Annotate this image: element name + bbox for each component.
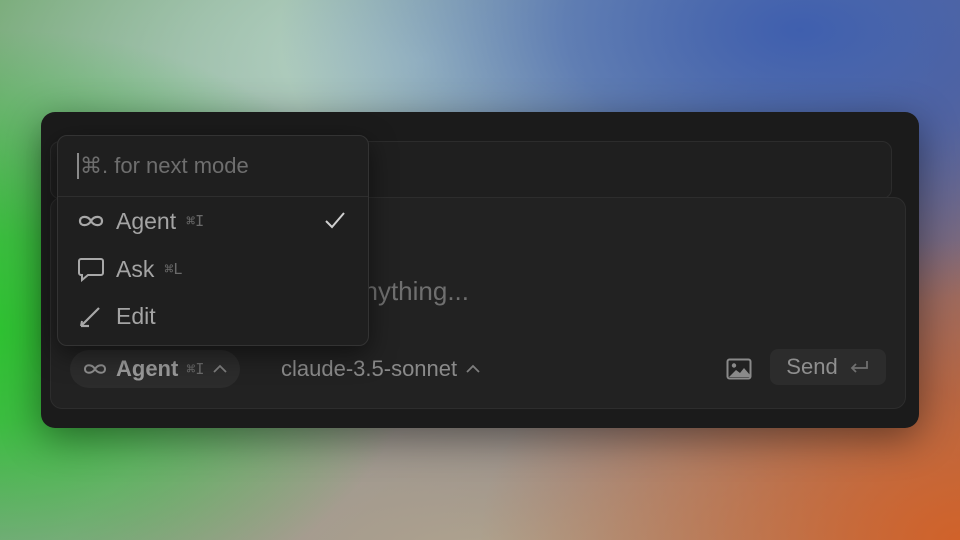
chevron-up-icon <box>466 364 480 373</box>
chevron-up-icon <box>213 364 228 373</box>
send-button-label: Send <box>786 354 838 379</box>
infinity-icon <box>76 208 106 234</box>
mode-option-shortcut: ⌘I <box>186 212 205 230</box>
model-selector[interactable]: claude-3.5-sonnet <box>281 350 481 388</box>
image-icon <box>726 358 752 380</box>
infinity-icon <box>83 364 107 374</box>
mode-option-label: Ask <box>116 255 155 282</box>
checkmark-icon <box>325 212 345 229</box>
mode-search <box>58 136 368 197</box>
mode-option-label: Edit <box>116 302 156 329</box>
mode-option-shortcut: ⌘L <box>164 260 183 278</box>
mode-option-ask[interactable]: Ask ⌘L <box>64 247 362 291</box>
send-button[interactable]: Send <box>770 349 886 385</box>
attach-image-button[interactable] <box>725 356 753 382</box>
mode-dropdown-menu: Agent ⌘I Ask ⌘L Edit <box>57 135 369 346</box>
mode-option-label: Agent <box>116 207 177 234</box>
chat-bubble-icon <box>76 256 106 282</box>
mode-selector-label: Agent <box>116 356 179 381</box>
mode-shortcut: ⌘I <box>186 360 205 378</box>
mode-option-agent[interactable]: Agent ⌘I <box>64 199 362 243</box>
model-selector-label: claude-3.5-sonnet <box>281 356 458 381</box>
chat-panel: Plan, search, build anything... Agent ⌘I… <box>41 112 919 428</box>
return-key-icon <box>850 361 868 373</box>
mode-selector-button[interactable]: Agent ⌘I <box>70 350 241 388</box>
pencil-icon <box>76 303 106 329</box>
mode-option-edit[interactable]: Edit <box>64 294 362 338</box>
mode-search-input[interactable] <box>78 148 352 184</box>
